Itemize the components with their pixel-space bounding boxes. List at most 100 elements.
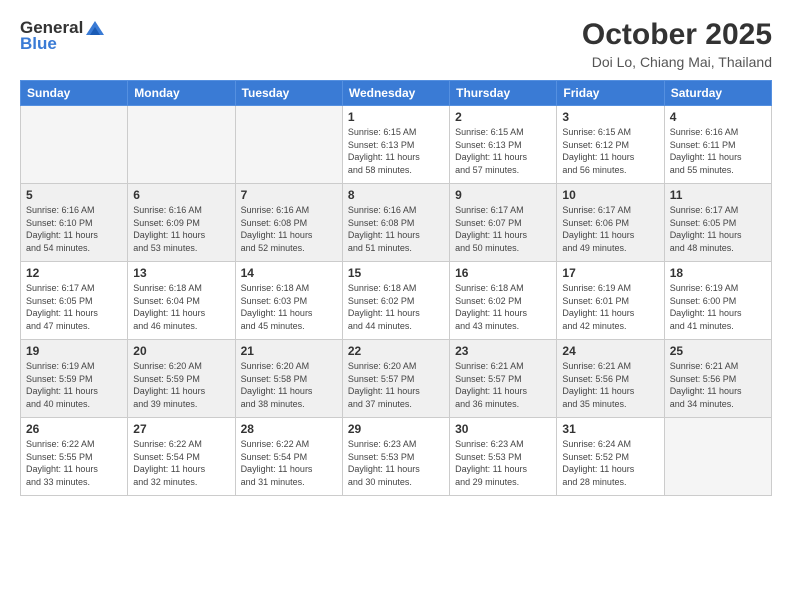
title-section: October 2025 Doi Lo, Chiang Mai, Thailan… bbox=[582, 18, 772, 70]
day-info: Sunrise: 6:19 AM Sunset: 6:01 PM Dayligh… bbox=[562, 282, 658, 332]
calendar-header-saturday: Saturday bbox=[664, 81, 771, 106]
day-number: 18 bbox=[670, 266, 766, 280]
day-number: 16 bbox=[455, 266, 551, 280]
day-info: Sunrise: 6:21 AM Sunset: 5:56 PM Dayligh… bbox=[562, 360, 658, 410]
day-number: 23 bbox=[455, 344, 551, 358]
day-number: 8 bbox=[348, 188, 444, 202]
calendar-header-sunday: Sunday bbox=[21, 81, 128, 106]
day-number: 13 bbox=[133, 266, 229, 280]
day-info: Sunrise: 6:22 AM Sunset: 5:54 PM Dayligh… bbox=[133, 438, 229, 488]
calendar-week-row: 19 Sunrise: 6:19 AM Sunset: 5:59 PM Dayli… bbox=[21, 340, 772, 418]
day-info: Sunrise: 6:16 AM Sunset: 6:11 PM Dayligh… bbox=[670, 126, 766, 176]
calendar-header-row: SundayMondayTuesdayWednesdayThursdayFrid… bbox=[21, 81, 772, 106]
day-info: Sunrise: 6:15 AM Sunset: 6:13 PM Dayligh… bbox=[348, 126, 444, 176]
logo: General Blue bbox=[20, 18, 107, 54]
day-number: 14 bbox=[241, 266, 337, 280]
calendar-cell: 11 Sunrise: 6:17 AM Sunset: 6:05 PM Dayli… bbox=[664, 184, 771, 262]
page: General Blue October 2025 Doi Lo, Chiang… bbox=[0, 0, 792, 612]
day-info: Sunrise: 6:16 AM Sunset: 6:09 PM Dayligh… bbox=[133, 204, 229, 254]
month-title: October 2025 bbox=[582, 18, 772, 52]
day-info: Sunrise: 6:22 AM Sunset: 5:54 PM Dayligh… bbox=[241, 438, 337, 488]
day-number: 12 bbox=[26, 266, 122, 280]
day-number: 4 bbox=[670, 110, 766, 124]
day-info: Sunrise: 6:17 AM Sunset: 6:06 PM Dayligh… bbox=[562, 204, 658, 254]
day-info: Sunrise: 6:18 AM Sunset: 6:02 PM Dayligh… bbox=[455, 282, 551, 332]
calendar-header-monday: Monday bbox=[128, 81, 235, 106]
calendar-cell: 17 Sunrise: 6:19 AM Sunset: 6:01 PM Dayli… bbox=[557, 262, 664, 340]
calendar-cell: 12 Sunrise: 6:17 AM Sunset: 6:05 PM Dayli… bbox=[21, 262, 128, 340]
day-info: Sunrise: 6:23 AM Sunset: 5:53 PM Dayligh… bbox=[348, 438, 444, 488]
day-info: Sunrise: 6:17 AM Sunset: 6:05 PM Dayligh… bbox=[26, 282, 122, 332]
day-number: 25 bbox=[670, 344, 766, 358]
calendar-cell: 27Sunrise: 6:22 AM Sunset: 5:54 PM Dayli… bbox=[128, 418, 235, 496]
day-info: Sunrise: 6:20 AM Sunset: 5:57 PM Dayligh… bbox=[348, 360, 444, 410]
calendar-cell: 5 Sunrise: 6:16 AM Sunset: 6:10 PM Daylig… bbox=[21, 184, 128, 262]
day-info: Sunrise: 6:22 AM Sunset: 5:55 PM Dayligh… bbox=[26, 438, 122, 488]
calendar-cell: 1 Sunrise: 6:15 AM Sunset: 6:13 PM Daylig… bbox=[342, 106, 449, 184]
day-number: 20 bbox=[133, 344, 229, 358]
calendar-cell: 21 Sunrise: 6:20 AM Sunset: 5:58 PM Dayli… bbox=[235, 340, 342, 418]
day-info: Sunrise: 6:20 AM Sunset: 5:58 PM Dayligh… bbox=[241, 360, 337, 410]
calendar-cell: 9 Sunrise: 6:17 AM Sunset: 6:07 PM Daylig… bbox=[450, 184, 557, 262]
calendar-cell: 23 Sunrise: 6:21 AM Sunset: 5:57 PM Dayli… bbox=[450, 340, 557, 418]
day-number: 29 bbox=[348, 422, 444, 436]
calendar-header-wednesday: Wednesday bbox=[342, 81, 449, 106]
day-number: 30 bbox=[455, 422, 551, 436]
day-number: 21 bbox=[241, 344, 337, 358]
day-info: Sunrise: 6:19 AM Sunset: 5:59 PM Dayligh… bbox=[26, 360, 122, 410]
header: General Blue October 2025 Doi Lo, Chiang… bbox=[20, 18, 772, 70]
calendar-header-thursday: Thursday bbox=[450, 81, 557, 106]
day-number: 11 bbox=[670, 188, 766, 202]
calendar-cell: 7Sunrise: 6:16 AM Sunset: 6:08 PM Daylig… bbox=[235, 184, 342, 262]
calendar-cell: 13Sunrise: 6:18 AM Sunset: 6:04 PM Dayli… bbox=[128, 262, 235, 340]
day-info: Sunrise: 6:17 AM Sunset: 6:07 PM Dayligh… bbox=[455, 204, 551, 254]
calendar-cell: 3 Sunrise: 6:15 AM Sunset: 6:12 PM Daylig… bbox=[557, 106, 664, 184]
day-info: Sunrise: 6:15 AM Sunset: 6:12 PM Dayligh… bbox=[562, 126, 658, 176]
calendar-cell: 30 Sunrise: 6:23 AM Sunset: 5:53 PM Dayli… bbox=[450, 418, 557, 496]
calendar-cell bbox=[664, 418, 771, 496]
day-number: 31 bbox=[562, 422, 658, 436]
calendar-cell: 6Sunrise: 6:16 AM Sunset: 6:09 PM Daylig… bbox=[128, 184, 235, 262]
day-number: 3 bbox=[562, 110, 658, 124]
calendar-week-row: 5 Sunrise: 6:16 AM Sunset: 6:10 PM Daylig… bbox=[21, 184, 772, 262]
day-info: Sunrise: 6:21 AM Sunset: 5:57 PM Dayligh… bbox=[455, 360, 551, 410]
calendar-header-friday: Friday bbox=[557, 81, 664, 106]
calendar-cell: 31 Sunrise: 6:24 AM Sunset: 5:52 PM Dayli… bbox=[557, 418, 664, 496]
day-info: Sunrise: 6:16 AM Sunset: 6:08 PM Dayligh… bbox=[241, 204, 337, 254]
location: Doi Lo, Chiang Mai, Thailand bbox=[582, 54, 772, 70]
day-number: 24 bbox=[562, 344, 658, 358]
day-number: 5 bbox=[26, 188, 122, 202]
calendar-week-row: 12 Sunrise: 6:17 AM Sunset: 6:05 PM Dayli… bbox=[21, 262, 772, 340]
calendar-cell: 29 Sunrise: 6:23 AM Sunset: 5:53 PM Dayli… bbox=[342, 418, 449, 496]
day-info: Sunrise: 6:23 AM Sunset: 5:53 PM Dayligh… bbox=[455, 438, 551, 488]
day-info: Sunrise: 6:19 AM Sunset: 6:00 PM Dayligh… bbox=[670, 282, 766, 332]
logo-blue: Blue bbox=[20, 34, 57, 54]
calendar-cell: 18 Sunrise: 6:19 AM Sunset: 6:00 PM Dayli… bbox=[664, 262, 771, 340]
day-info: Sunrise: 6:24 AM Sunset: 5:52 PM Dayligh… bbox=[562, 438, 658, 488]
calendar-cell: 20 Sunrise: 6:20 AM Sunset: 5:59 PM Dayli… bbox=[128, 340, 235, 418]
day-number: 15 bbox=[348, 266, 444, 280]
calendar-cell: 24 Sunrise: 6:21 AM Sunset: 5:56 PM Dayli… bbox=[557, 340, 664, 418]
day-info: Sunrise: 6:15 AM Sunset: 6:13 PM Dayligh… bbox=[455, 126, 551, 176]
calendar-cell bbox=[128, 106, 235, 184]
day-number: 17 bbox=[562, 266, 658, 280]
calendar-week-row: 26 Sunrise: 6:22 AM Sunset: 5:55 PM Dayli… bbox=[21, 418, 772, 496]
day-info: Sunrise: 6:17 AM Sunset: 6:05 PM Dayligh… bbox=[670, 204, 766, 254]
calendar-cell: 2Sunrise: 6:15 AM Sunset: 6:13 PM Daylig… bbox=[450, 106, 557, 184]
calendar-cell: 25Sunrise: 6:21 AM Sunset: 5:56 PM Dayli… bbox=[664, 340, 771, 418]
day-number: 19 bbox=[26, 344, 122, 358]
day-number: 26 bbox=[26, 422, 122, 436]
logo-icon bbox=[84, 19, 106, 37]
day-info: Sunrise: 6:20 AM Sunset: 5:59 PM Dayligh… bbox=[133, 360, 229, 410]
day-info: Sunrise: 6:16 AM Sunset: 6:10 PM Dayligh… bbox=[26, 204, 122, 254]
day-number: 1 bbox=[348, 110, 444, 124]
calendar-cell: 22 Sunrise: 6:20 AM Sunset: 5:57 PM Dayli… bbox=[342, 340, 449, 418]
day-number: 22 bbox=[348, 344, 444, 358]
day-number: 9 bbox=[455, 188, 551, 202]
calendar-cell: 8Sunrise: 6:16 AM Sunset: 6:08 PM Daylig… bbox=[342, 184, 449, 262]
calendar-cell: 19 Sunrise: 6:19 AM Sunset: 5:59 PM Dayli… bbox=[21, 340, 128, 418]
day-number: 10 bbox=[562, 188, 658, 202]
calendar-week-row: 1 Sunrise: 6:15 AM Sunset: 6:13 PM Daylig… bbox=[21, 106, 772, 184]
calendar-cell: 10 Sunrise: 6:17 AM Sunset: 6:06 PM Dayli… bbox=[557, 184, 664, 262]
day-info: Sunrise: 6:18 AM Sunset: 6:02 PM Dayligh… bbox=[348, 282, 444, 332]
